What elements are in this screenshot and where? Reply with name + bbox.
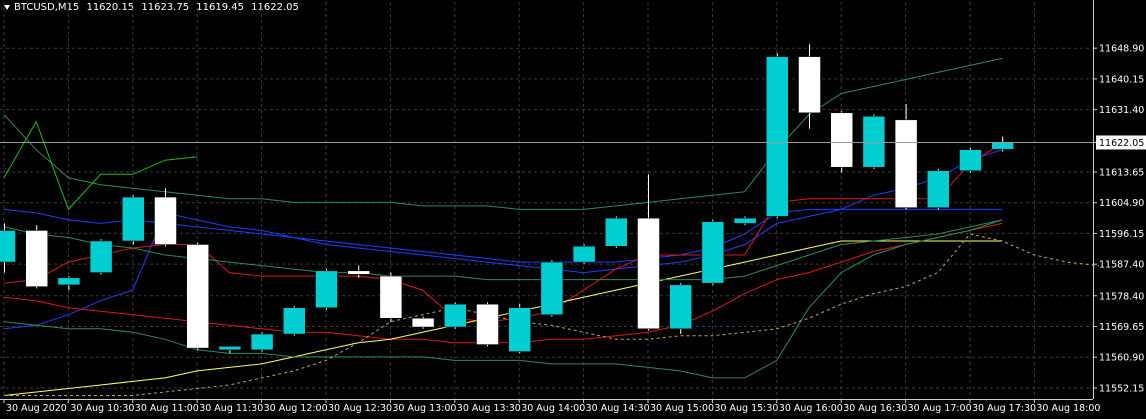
candle-body bbox=[122, 196, 145, 242]
y-tick-label: 11578.40 bbox=[1099, 291, 1144, 302]
x-tick-label: 30 Aug 17:00 bbox=[908, 403, 972, 414]
candle-body bbox=[991, 142, 1014, 150]
candle-body bbox=[315, 270, 338, 308]
candle-body bbox=[25, 230, 48, 287]
y-tick-label: 11631.40 bbox=[1099, 105, 1144, 116]
candle-body bbox=[959, 149, 982, 172]
indicator-line bbox=[3, 208, 1003, 263]
y-tick-label: 11648.90 bbox=[1099, 44, 1144, 55]
candle-body bbox=[508, 307, 531, 352]
x-tick-label: 30 Aug 15:00 bbox=[650, 403, 714, 414]
candle-body bbox=[476, 303, 499, 345]
time-axis[interactable]: 30 Aug 2020 30 Aug 10:30 30 Aug 11:00 30 Au… bbox=[3, 399, 1100, 414]
candle-body bbox=[250, 333, 274, 351]
candle-body bbox=[637, 217, 660, 330]
x-tick-label: 30 Aug 18:00 bbox=[1036, 403, 1100, 414]
candle-body bbox=[540, 261, 564, 315]
candle-body bbox=[347, 270, 370, 275]
candle-body bbox=[927, 170, 950, 208]
indicator-line bbox=[3, 149, 1003, 330]
candle-body bbox=[798, 56, 821, 114]
candle-body bbox=[766, 56, 789, 217]
x-tick-label: 30 Aug 11:30 bbox=[199, 403, 263, 414]
x-tick-label: 30 Aug 10:30 bbox=[70, 403, 134, 414]
x-tick-label: 30 Aug 14:00 bbox=[521, 403, 585, 414]
candle-body bbox=[894, 119, 918, 208]
x-tick-label: 30 Aug 16:30 bbox=[843, 403, 907, 414]
candle-body bbox=[572, 245, 596, 263]
candle-body bbox=[0, 230, 16, 263]
x-tick-label: 30 Aug 14:30 bbox=[586, 403, 650, 414]
candle-body bbox=[862, 116, 886, 168]
x-tick-label: 30 Aug 13:30 bbox=[457, 403, 521, 414]
y-tick-label: 11596.15 bbox=[1099, 229, 1144, 240]
indicator-line bbox=[3, 120, 198, 211]
candle-body bbox=[605, 217, 628, 247]
price-chart[interactable]: 11648.90 11640.15 11631.40 11622.05 11613.65… bbox=[0, 0, 1146, 419]
x-tick-label: 30 Aug 13:00 bbox=[392, 403, 456, 414]
x-tick-label: 30 Aug 17:30 bbox=[972, 403, 1036, 414]
y-tick-label: 11613.65 bbox=[1099, 167, 1144, 178]
candle-body bbox=[218, 346, 242, 351]
candle-body bbox=[186, 244, 209, 349]
x-tick-label: 30 Aug 12:00 bbox=[264, 403, 328, 414]
current-price-label: 11622.05 bbox=[1099, 138, 1144, 149]
x-tick-label: 30 Aug 12:30 bbox=[328, 403, 392, 414]
candle-body bbox=[733, 217, 757, 224]
candle-body bbox=[379, 275, 403, 319]
price-axis[interactable]: 11648.90 11640.15 11631.40 11622.05 11613.65… bbox=[1093, 44, 1146, 395]
y-tick-label: 11552.15 bbox=[1099, 383, 1144, 394]
x-tick-label: 30 Aug 2020 bbox=[6, 403, 67, 414]
x-tick-label: 30 Aug 15:30 bbox=[714, 403, 778, 414]
y-tick-label: 11640.15 bbox=[1099, 74, 1144, 85]
candle-body bbox=[444, 303, 467, 328]
y-tick-label: 11587.40 bbox=[1099, 260, 1144, 271]
candle-body bbox=[57, 277, 81, 286]
candle-body bbox=[89, 240, 113, 273]
x-tick-label: 30 Aug 16:00 bbox=[779, 403, 843, 414]
candle-body bbox=[701, 221, 725, 284]
indicator-line bbox=[3, 142, 1003, 323]
candle-body bbox=[411, 317, 435, 328]
candle-body bbox=[830, 112, 853, 168]
indicator-line bbox=[3, 219, 1003, 281]
x-tick-label: 30 Aug 11:00 bbox=[135, 403, 199, 414]
y-tick-label: 11569.65 bbox=[1099, 322, 1144, 333]
candle-body bbox=[669, 284, 692, 330]
candle-body bbox=[283, 307, 306, 335]
y-tick-label: 11604.90 bbox=[1099, 198, 1144, 209]
candle-body bbox=[154, 196, 177, 245]
y-tick-label: 11560.90 bbox=[1099, 353, 1144, 364]
